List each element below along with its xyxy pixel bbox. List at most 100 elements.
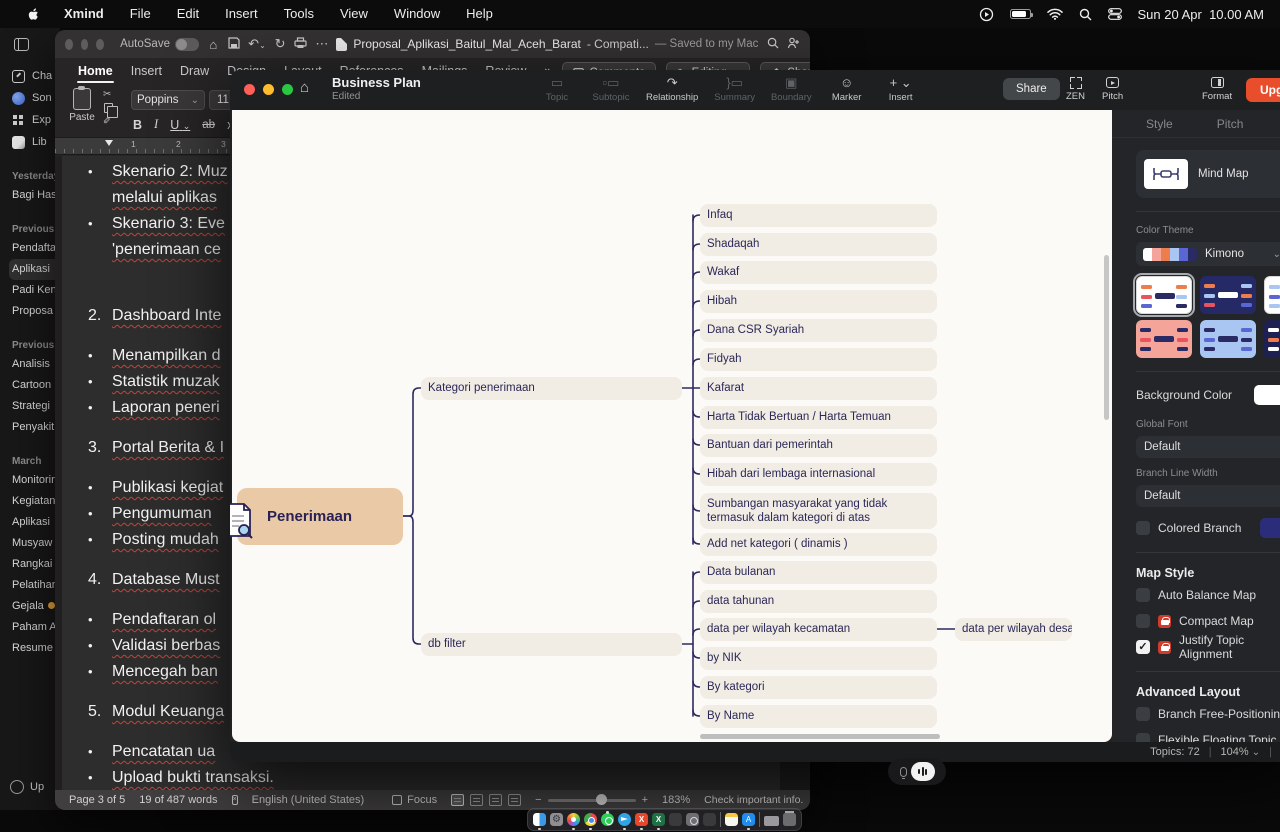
menu-bar-clock[interactable]: Sun 20 Apr 10.00 AM: [1138, 7, 1264, 22]
bold-button[interactable]: B: [133, 118, 142, 132]
print-icon[interactable]: [294, 37, 307, 52]
sidebar-nav-item[interactable]: Cha: [12, 65, 60, 87]
topic-node[interactable]: Sumbangan masyarakat yang tidak termasuk…: [700, 493, 937, 529]
chat-history-item[interactable]: Previous: [12, 221, 60, 238]
topic-node[interactable]: Kafarat: [700, 377, 937, 400]
battery-icon[interactable]: [1010, 9, 1031, 19]
strikethrough-button[interactable]: ab: [202, 119, 215, 131]
chat-history-item[interactable]: Bagi Has: [9, 185, 60, 206]
share-user-icon[interactable]: [787, 37, 800, 52]
proofing-icon[interactable]: ×: [232, 795, 238, 805]
theme-thumbnail[interactable]: [1200, 276, 1256, 314]
control-center-icon[interactable]: [1108, 8, 1122, 20]
outline-view-button[interactable]: [508, 794, 521, 806]
topic-node[interactable]: data per wilayah desa: [955, 618, 1072, 641]
compat-notice[interactable]: Check important info.: [704, 794, 803, 806]
sidebar-upgrade-item[interactable]: Up: [10, 780, 44, 794]
dock-app-icon[interactable]: [703, 813, 716, 826]
chat-history-item[interactable]: Strategi: [9, 396, 60, 417]
sidebar-toggle-icon[interactable]: [14, 38, 29, 51]
copy-icon[interactable]: [104, 103, 113, 113]
home-icon[interactable]: ⌂: [300, 79, 309, 96]
close-button[interactable]: [65, 39, 73, 50]
topic-node[interactable]: db filter: [421, 633, 682, 656]
print-layout-view-button[interactable]: [451, 794, 464, 806]
indent-marker[interactable]: [105, 140, 113, 146]
italic-button[interactable]: I: [154, 117, 158, 132]
close-button[interactable]: [244, 84, 255, 95]
dock-xmind-icon[interactable]: X: [635, 813, 648, 826]
screen-record-icon[interactable]: [979, 7, 994, 22]
pitch-button[interactable]: Pitch: [1102, 75, 1123, 102]
language-indicator[interactable]: English (United States): [252, 794, 365, 806]
chat-history-item[interactable]: Analisis: [9, 354, 60, 375]
wifi-icon[interactable]: [1047, 8, 1063, 20]
color-theme-select[interactable]: Kimono ⌄: [1136, 242, 1280, 266]
chat-history-item[interactable]: Paham A: [9, 617, 60, 638]
topic-node[interactable]: Harta Tidak Bertuan / Harta Temuan: [700, 406, 937, 429]
xmind-tool-button[interactable]: ▣ Boundary: [771, 75, 812, 103]
xmind-tool-button[interactable]: ▫▭ Subtopic: [592, 75, 630, 103]
search-icon[interactable]: [766, 37, 779, 52]
zoom-slider[interactable]: − +: [535, 794, 648, 806]
minimize-button[interactable]: [263, 84, 274, 95]
chat-history-item[interactable]: Proposa: [9, 301, 60, 322]
redo-icon[interactable]: ↻: [274, 36, 287, 52]
font-name-select[interactable]: Poppins ⌄: [131, 90, 205, 110]
chat-history-item[interactable]: Rangkai: [9, 554, 60, 575]
autosave-toggle[interactable]: AutoSave: [120, 38, 199, 51]
xmind-tool-button[interactable]: ▭ Topic: [538, 75, 576, 103]
topic-node[interactable]: Bantuan dari pemerintah: [700, 434, 937, 457]
zoom-out-button[interactable]: −: [535, 794, 541, 806]
read-mode-view-button[interactable]: [470, 794, 483, 806]
focus-button[interactable]: Focus: [392, 794, 437, 806]
topic-node[interactable]: Add net kategori ( dinamis ): [700, 533, 937, 556]
topic-node[interactable]: Hibah dari lembaga internasional: [700, 463, 937, 486]
canvas-zoom[interactable]: 104% ⌄: [1221, 746, 1261, 758]
topic-node[interactable]: Hibah: [700, 290, 937, 313]
chat-history-item[interactable]: Previous: [12, 337, 60, 354]
topic-node[interactable]: Fidyah: [700, 348, 937, 371]
paste-button[interactable]: Paste: [65, 88, 99, 123]
auto-balance-checkbox[interactable]: [1136, 588, 1150, 602]
theme-thumbnail[interactable]: [1264, 320, 1280, 358]
zoom-button[interactable]: [96, 39, 104, 50]
zoom-in-button[interactable]: +: [642, 794, 648, 806]
topic-node[interactable]: data tahunan: [700, 590, 937, 613]
ribbon-tab[interactable]: Draw: [171, 60, 218, 84]
topic-node[interactable]: Dana CSR Syariah: [700, 319, 937, 342]
topic-node[interactable]: Infaq: [700, 204, 937, 227]
menu-item[interactable]: Xmind: [51, 0, 117, 28]
tab-style[interactable]: Style: [1146, 117, 1173, 131]
cut-icon[interactable]: ✂: [103, 89, 113, 100]
topic-node[interactable]: By Name: [700, 705, 937, 728]
menu-item[interactable]: Window: [381, 0, 453, 28]
zoom-button[interactable]: [282, 84, 293, 95]
topic-node[interactable]: data per wilayah kecamatan: [700, 618, 937, 641]
sidebar-nav-item[interactable]: Exp: [12, 109, 60, 131]
format-button[interactable]: Format: [1202, 75, 1232, 102]
chat-history-item[interactable]: Musyaw: [9, 533, 60, 554]
dock-finder-icon[interactable]: [533, 813, 546, 826]
xmind-tool-button[interactable]: }▭ Summary: [714, 75, 755, 103]
colored-branch-checkbox[interactable]: [1136, 521, 1150, 535]
undo-icon[interactable]: ↶⌄: [248, 36, 266, 52]
sidebar-nav-item[interactable]: Lib: [12, 131, 60, 153]
web-layout-view-button[interactable]: [489, 794, 502, 806]
structure-card[interactable]: Mind Map: [1136, 150, 1280, 198]
menu-item[interactable]: Edit: [164, 0, 212, 28]
topic-node[interactable]: Kategori penerimaan: [421, 377, 682, 400]
page-indicator[interactable]: Page 3 of 5: [69, 794, 125, 806]
dock-whatsapp-icon[interactable]: [601, 813, 614, 826]
audio-wave-button[interactable]: [911, 762, 935, 781]
horizontal-scrollbar[interactable]: [700, 734, 940, 739]
home-icon[interactable]: ⌂: [207, 37, 220, 52]
dock-notes-icon[interactable]: [725, 813, 738, 826]
apple-logo-icon[interactable]: [26, 7, 41, 22]
vertical-scrollbar[interactable]: [1104, 255, 1109, 420]
dock-trash-icon[interactable]: [783, 813, 796, 826]
dock-telegram-icon[interactable]: [618, 813, 631, 826]
dock-photos-icon[interactable]: [567, 813, 580, 826]
share-button[interactable]: Share: [1003, 78, 1060, 100]
theme-thumbnail[interactable]: [1136, 276, 1192, 314]
